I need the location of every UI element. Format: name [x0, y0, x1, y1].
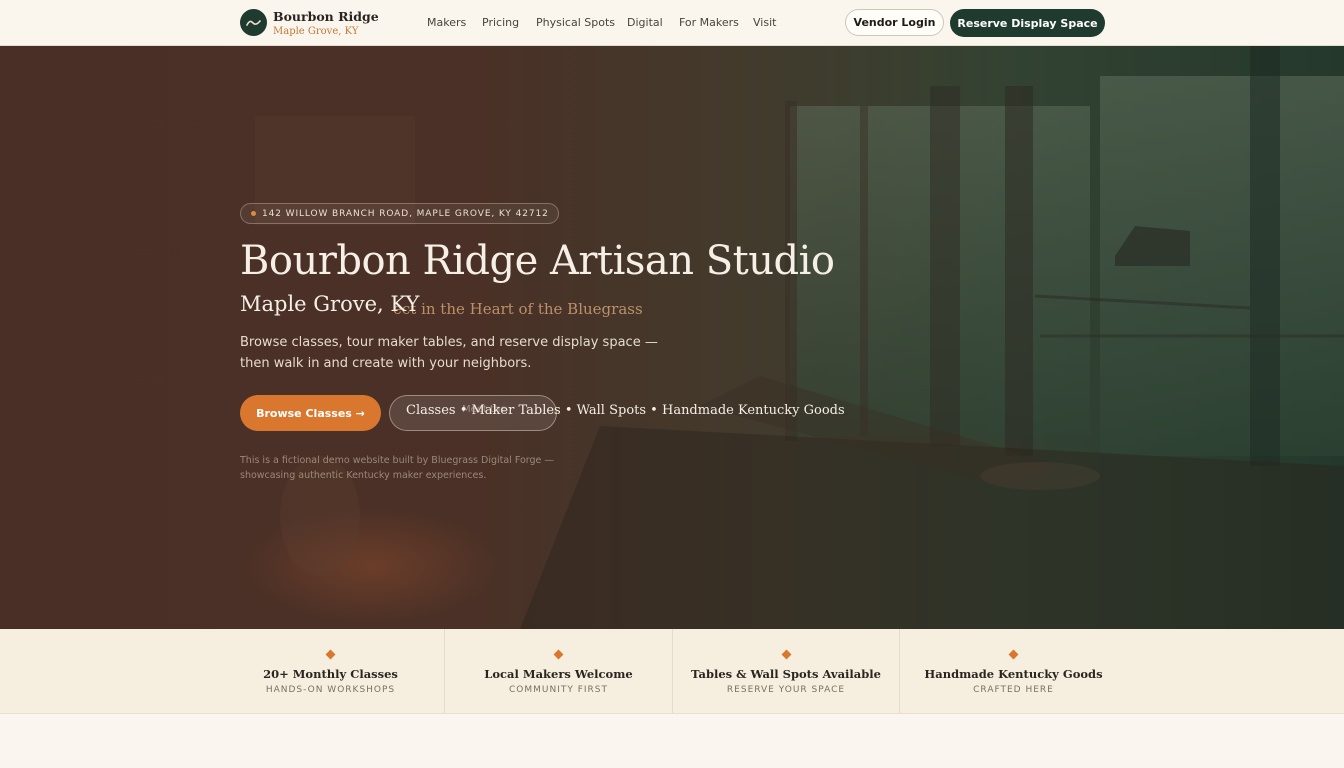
nav-item-pricing[interactable]: Pricing [482, 16, 519, 29]
hero-description: Browse classes, tour maker tables, and r… [240, 335, 658, 371]
ghost-button-text[interactable]: Classes • Maker Tables • Wall Spots • Ha… [406, 403, 845, 418]
hero-background-image [240, 46, 1344, 629]
feature-subtitle: CRAFTED HERE [973, 685, 1054, 695]
nav-item-makers[interactable]: Makers [427, 16, 466, 29]
feature-local-makers: Local Makers Welcome COMMUNITY FIRST [444, 629, 672, 714]
feature-title: Local Makers Welcome [484, 667, 633, 681]
features-strip: 20+ Monthly Classes HANDS-ON WORKSHOPS L… [0, 629, 1344, 714]
brand-name[interactable]: Bourbon Ridge [273, 9, 379, 24]
feature-subtitle: HANDS-ON WORKSHOPS [265, 685, 396, 695]
logo-mountain-wave-icon[interactable] [240, 9, 267, 36]
reserve-display-space-button[interactable]: Reserve Display Space [950, 9, 1105, 37]
diamond-icon [325, 649, 336, 660]
feature-title: 20+ Monthly Classes [263, 667, 398, 681]
badge-dot-icon [251, 211, 256, 216]
page-bottom-area [0, 714, 1344, 768]
address-text: 142 WILLOW BRANCH ROAD, MAPLE GROVE, KY … [262, 208, 549, 219]
hero-subtitle: Maple Grove, KY [240, 292, 420, 316]
feature-subtitle: COMMUNITY FIRST [508, 685, 609, 695]
diamond-icon [781, 649, 791, 660]
brand-location: Maple Grove, KY [273, 26, 359, 37]
feature-subtitle: RESERVE YOUR SPACE [726, 685, 846, 695]
nav-item-for-makers[interactable]: For Makers [679, 16, 739, 29]
address-badge: 142 WILLOW BRANCH ROAD, MAPLE GROVE, KY … [240, 203, 559, 224]
demo-disclaimer: This is a fictional demo website built b… [240, 455, 554, 481]
hero-section: 142 WILLOW BRANCH ROAD, MAPLE GROVE, KY … [0, 46, 1344, 629]
feature-tables-wall-spots: Tables & Wall Spots Available RESERVE YO… [672, 629, 899, 714]
nav-item-digital[interactable]: Digital [627, 16, 663, 29]
site-header: Bourbon Ridge Maple Grove, KY Makers Pri… [0, 0, 1344, 46]
feature-monthly-classes: 20+ Monthly Classes HANDS-ON WORKSHOPS [217, 629, 444, 714]
vendor-login-button[interactable]: Vendor Login [845, 9, 944, 36]
browse-classes-button[interactable]: Browse Classes → [240, 395, 381, 431]
hero-title: Bourbon Ridge Artisan Studio [240, 238, 835, 284]
hero-tagline-ghost: ect in the Heart of the Bluegrass [393, 300, 643, 318]
diamond-icon [553, 649, 564, 660]
feature-handmade-goods: Handmade Kentucky Goods CRAFTED HERE [899, 629, 1127, 714]
nav-item-physical-spots[interactable]: Physical Spots [536, 16, 615, 29]
nav-item-visit[interactable]: Visit [753, 16, 776, 29]
diamond-icon [1008, 649, 1019, 660]
feature-title: Tables & Wall Spots Available [691, 667, 881, 681]
feature-title: Handmade Kentucky Goods [924, 667, 1103, 681]
